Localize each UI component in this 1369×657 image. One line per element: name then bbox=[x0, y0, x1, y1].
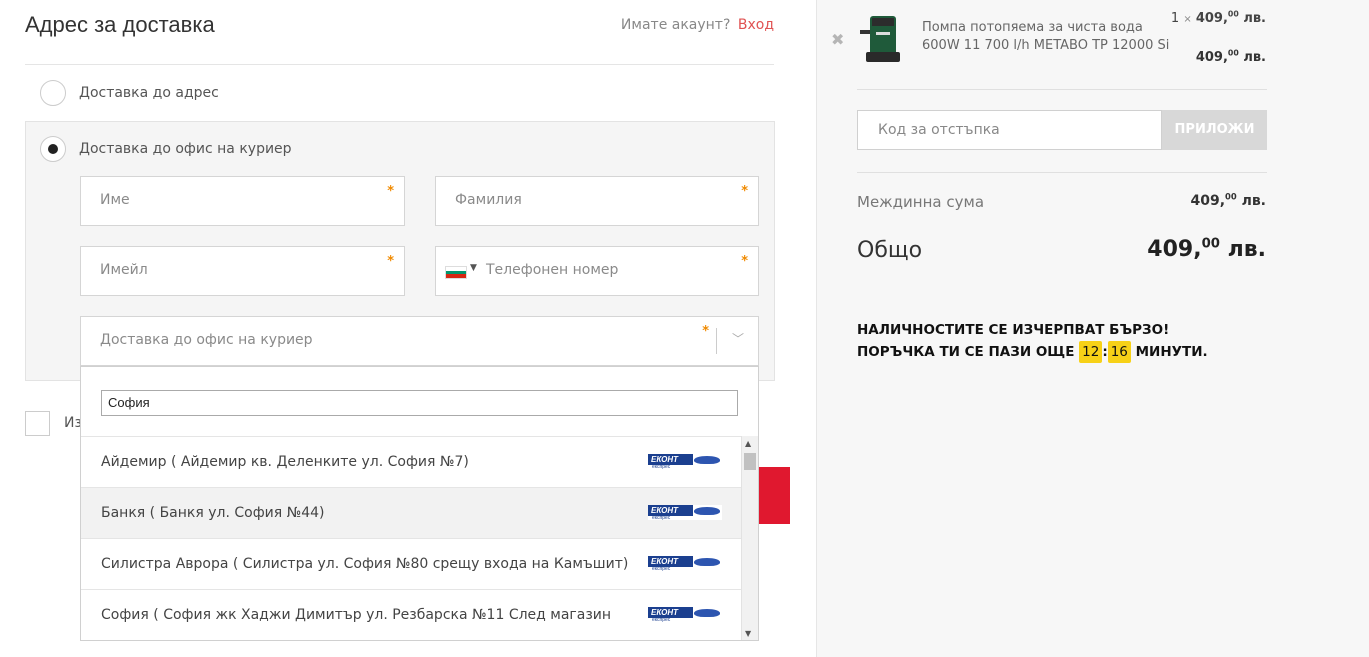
shipping-option-address-label: Доставка до адрес bbox=[79, 85, 219, 101]
office-select-placeholder: Доставка до офис на куриер bbox=[100, 332, 313, 348]
order-summary-panel: ✖ Помпа потопяема за чиста вода 600W 11 … bbox=[816, 0, 1369, 657]
subtotal-label: Междинна сума bbox=[857, 193, 985, 211]
coupon-input[interactable]: Код за отстъпка bbox=[857, 110, 1162, 150]
last-name-field[interactable]: Фамилия * bbox=[435, 176, 759, 226]
product-line-total: 409,00 лв. bbox=[1195, 48, 1266, 65]
checkout-form-panel: Адрес за доставка Имате акаунт? Вход Дос… bbox=[0, 0, 816, 657]
dropdown-option[interactable]: Силистра Аврора ( Силистра ул. София №80… bbox=[81, 539, 742, 590]
select-divider bbox=[716, 328, 717, 354]
remove-item-icon[interactable]: ✖ bbox=[831, 30, 844, 49]
required-mark: * bbox=[702, 324, 709, 339]
first-name-placeholder: Име bbox=[100, 192, 130, 208]
dropdown-option[interactable]: Банкя ( Банкя ул. София №44) ЕКОНТ експре… bbox=[81, 488, 742, 539]
option-text: Силистра Аврора ( Силистра ул. София №80… bbox=[101, 556, 629, 572]
scroll-down-icon[interactable]: ▼ bbox=[745, 629, 751, 638]
bulgaria-flag-icon[interactable] bbox=[445, 266, 467, 279]
option-text: Банкя ( Банкя ул. София №44) bbox=[101, 505, 325, 521]
phone-placeholder: Телефонен номер bbox=[486, 262, 619, 278]
account-prompt: Имате акаунт? Вход bbox=[621, 17, 774, 33]
last-name-placeholder: Фамилия bbox=[455, 192, 522, 208]
divider bbox=[857, 172, 1267, 173]
timer-minutes: 12 bbox=[1079, 341, 1103, 363]
shipping-option-office-label: Доставка до офис на куриер bbox=[79, 141, 292, 157]
page-title: Адрес за доставка bbox=[25, 12, 215, 37]
timer-seconds: 16 bbox=[1107, 341, 1131, 363]
dropdown-option[interactable]: София ( София жк Хаджи Димитър ул. Резба… bbox=[81, 590, 742, 640]
required-mark: * bbox=[387, 254, 394, 269]
product-quantity-price: 1 × 409,00 лв. bbox=[1170, 9, 1266, 26]
dropdown-search-input[interactable]: София bbox=[101, 390, 738, 416]
urgency-line1: НАЛИЧНОСТИТЕ СЕ ИЗЧЕРПВАТ БЪРЗО! bbox=[857, 322, 1170, 338]
login-link[interactable]: Вход bbox=[738, 17, 774, 33]
dropdown-list: Айдемир ( Айдемир кв. Деленките ул. Софи… bbox=[81, 436, 742, 640]
econt-logo-icon: ЕКОНТ експрес bbox=[648, 505, 722, 521]
total-label: Общо bbox=[857, 238, 923, 263]
divider bbox=[25, 64, 774, 65]
chevron-down-icon[interactable]: ﹀ bbox=[732, 330, 744, 347]
radio-selected-dot bbox=[48, 144, 58, 154]
dropdown-scrollbar[interactable]: ▲ ▼ bbox=[741, 436, 758, 640]
econt-logo-icon: ЕКОНТ експрес bbox=[648, 556, 722, 572]
required-mark: * bbox=[741, 254, 748, 269]
apply-coupon-button[interactable]: ПРИЛОЖИ bbox=[1162, 110, 1267, 150]
radio-office[interactable] bbox=[40, 136, 66, 162]
office-dropdown: София Айдемир ( Айдемир кв. Деленките ул… bbox=[80, 366, 759, 641]
product-thumbnail bbox=[860, 16, 900, 62]
caret-down-icon[interactable]: ▼ bbox=[470, 263, 477, 273]
urgency-line2: ПОРЪЧКА ТИ СЕ ПАЗИ ОЩЕ 12:16 МИНУТИ. bbox=[857, 341, 1208, 363]
account-question: Имате акаунт? bbox=[620, 17, 731, 33]
office-select[interactable]: Доставка до офис на куриер * ﹀ bbox=[80, 316, 759, 366]
econt-logo-icon: ЕКОНТ експрес bbox=[648, 454, 722, 470]
total-value: 409,00 лв. bbox=[1147, 236, 1266, 262]
urgency-message: НАЛИЧНОСТИТЕ СЕ ИЗЧЕРПВАТ БЪРЗО! ПОРЪЧКА… bbox=[857, 319, 1208, 363]
required-mark: * bbox=[387, 184, 394, 199]
option-text: София ( София жк Хаджи Димитър ул. Резба… bbox=[101, 607, 612, 623]
dropdown-option[interactable]: Айдемир ( Айдемир кв. Деленките ул. Софи… bbox=[81, 437, 742, 488]
first-name-field[interactable]: Име * bbox=[80, 176, 405, 226]
email-placeholder: Имейл bbox=[100, 262, 148, 278]
scrollbar-thumb[interactable] bbox=[744, 453, 756, 470]
email-field[interactable]: Имейл * bbox=[80, 246, 405, 296]
radio-address[interactable] bbox=[40, 80, 66, 106]
submit-order-button[interactable] bbox=[758, 467, 790, 524]
product-name[interactable]: Помпа потопяема за чиста вода 600W 11 70… bbox=[922, 19, 1172, 55]
option-text: Айдемир ( Айдемир кв. Деленките ул. Софи… bbox=[101, 454, 469, 470]
required-mark: * bbox=[741, 184, 748, 199]
shipping-option-address[interactable]: Доставка до адрес bbox=[40, 80, 219, 106]
scroll-up-icon[interactable]: ▲ bbox=[745, 439, 751, 448]
subtotal-value: 409,00 лв. bbox=[1190, 191, 1266, 209]
shipping-option-office[interactable]: Доставка до офис на куриер bbox=[40, 136, 292, 162]
phone-field[interactable]: ▼ Телефонен номер * bbox=[435, 246, 759, 296]
divider bbox=[857, 89, 1267, 90]
econt-logo-icon: ЕКОНТ експрес bbox=[648, 607, 722, 623]
terms-checkbox[interactable] bbox=[25, 411, 50, 436]
coupon-placeholder: Код за отстъпка bbox=[878, 122, 1000, 138]
